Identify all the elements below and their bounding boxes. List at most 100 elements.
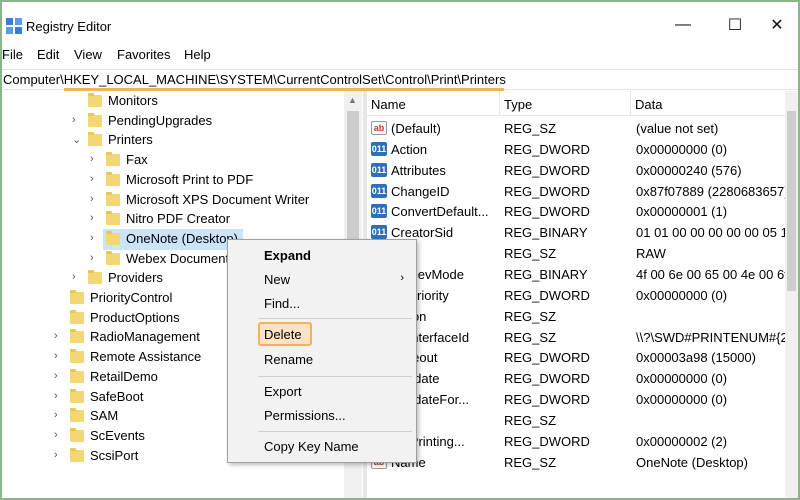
folder-icon <box>70 329 84 344</box>
header-divider <box>367 115 798 116</box>
menu-separator <box>258 376 412 377</box>
value-row[interactable]: 011ernPrinting...REG_DWORD0x00000002 (2) <box>367 431 798 452</box>
value-row[interactable]: ab (Default) REG_SZ (value not set) <box>367 118 798 139</box>
value-row[interactable]: 011 CreatorSid REG_BINARY 01 01 00 00 00 00… <box>367 222 798 243</box>
collapsed-chevron-icon[interactable]: › <box>54 350 64 362</box>
context-permissions[interactable]: Permissions... <box>264 408 346 423</box>
tree-key[interactable]: › Microsoft Print to PDF <box>2 171 342 191</box>
context-copy-key-name[interactable]: Copy Key Name <box>264 439 359 454</box>
tree-key-label: PendingUpgrades <box>108 112 213 128</box>
address-path[interactable]: Computer\HKEY_LOCAL_MACHINE\SYSTEM\Curre… <box>3 72 506 87</box>
value-data: OneNote (Desktop) <box>636 454 748 470</box>
tree-key[interactable]: › Microsoft XPS Document Writer <box>2 191 342 211</box>
value-row[interactable]: 011 Attributes REG_DWORD 0x00000240 (576) <box>367 160 798 181</box>
collapsed-chevron-icon[interactable]: › <box>90 153 100 165</box>
value-data: 0x87f07889 (2280683657) <box>636 183 789 199</box>
value-type: REG_SZ <box>504 308 557 324</box>
value-type: REG_DWORD <box>504 204 590 220</box>
value-row[interactable]: abitionREG_SZ <box>367 410 798 431</box>
collapsed-chevron-icon[interactable]: › <box>54 449 64 461</box>
tree-key[interactable]: › Fax <box>2 151 342 171</box>
menu-separator <box>258 431 412 432</box>
folder-icon <box>70 290 84 304</box>
value-data: 0x00000000 (0) <box>636 392 728 408</box>
string-value-icon: ab <box>371 121 387 135</box>
value-type: REG_BINARY <box>504 225 588 241</box>
value-name: CreatorSid <box>391 225 454 241</box>
value-row[interactable]: abiceInterfaceIdREG_SZ\\?\SWD#PRINTENUM#… <box>367 327 798 348</box>
collapsed-chevron-icon[interactable]: › <box>90 232 100 244</box>
collapsed-chevron-icon[interactable]: › <box>72 114 82 126</box>
value-row[interactable]: abriptionREG_SZ <box>367 306 798 327</box>
window-title: Registry Editor <box>26 19 112 34</box>
value-type: REG_DWORD <box>504 162 590 178</box>
value-row[interactable]: 011yUpdateREG_DWORD0x00000000 (0) <box>367 368 798 389</box>
collapsed-chevron-icon[interactable]: › <box>90 193 100 205</box>
collapsed-chevron-icon[interactable]: › <box>90 173 100 185</box>
collapsed-chevron-icon[interactable]: › <box>54 370 64 382</box>
context-find[interactable]: Find... <box>264 296 300 311</box>
scroll-up-arrow-icon[interactable]: ▲ <box>348 95 357 105</box>
value-row[interactable]: 011TimeoutREG_DWORD0x00003a98 (15000) <box>367 347 798 368</box>
collapsed-chevron-icon[interactable]: › <box>54 429 64 441</box>
collapsed-chevron-icon[interactable]: › <box>54 409 64 421</box>
close-button[interactable]: ✕ <box>754 10 800 40</box>
value-type: REG_DWORD <box>504 433 590 449</box>
value-data: 0x00003a98 (15000) <box>636 350 756 366</box>
value-row[interactable]: 011 Action REG_DWORD 0x00000000 (0) <box>367 139 798 160</box>
collapsed-chevron-icon[interactable]: › <box>90 212 100 224</box>
menu-favorites[interactable]: Favorites <box>117 47 170 62</box>
value-row[interactable]: abtypeREG_SZRAW <box>367 243 798 264</box>
collapsed-chevron-icon[interactable]: › <box>54 390 64 402</box>
tree-key-label: Remote Assistance <box>90 349 202 365</box>
context-rename[interactable]: Rename <box>264 352 313 367</box>
value-row[interactable]: 011ult PriorityREG_DWORD0x00000000 (0) <box>367 285 798 306</box>
value-data: (value not set) <box>636 121 719 136</box>
collapsed-chevron-icon[interactable]: › <box>90 252 100 264</box>
value-data: \\?\SWD#PRINTENUM#{2E <box>636 329 797 345</box>
value-row[interactable]: 011 ChangeID REG_DWORD 0x87f07889 (22806836… <box>367 181 798 202</box>
tree-key[interactable]: › Nitro PDF Creator <box>2 210 342 230</box>
folder-icon <box>88 112 102 127</box>
column-header-data[interactable]: Data <box>631 91 798 115</box>
column-header-type[interactable]: Type <box>500 91 631 115</box>
minimize-button[interactable]: — <box>660 10 706 40</box>
value-row[interactable]: 011ult DevModeREG_BINARY4f 00 6e 00 65 0… <box>367 264 798 285</box>
folder-icon <box>70 309 84 324</box>
menu-view[interactable]: View <box>74 47 102 62</box>
values-scroll-thumb[interactable] <box>787 111 796 291</box>
menu-file[interactable]: File <box>2 47 23 62</box>
folder-icon <box>70 388 84 403</box>
collapsed-chevron-icon[interactable]: › <box>72 271 82 283</box>
value-data: 0x00000000 (0) <box>636 371 728 387</box>
value-name: ConvertDefault... <box>391 204 489 220</box>
value-name: Attributes <box>391 162 446 178</box>
value-row[interactable]: 011 ConvertDefault... REG_DWORD 0x00000001 … <box>367 201 798 222</box>
context-delete[interactable]: Delete <box>264 327 302 342</box>
context-new[interactable]: New <box>264 272 290 287</box>
column-header-name[interactable]: Name <box>367 91 500 115</box>
address-bar[interactable]: Computer\HKEY_LOCAL_MACHINE\SYSTEM\Curre… <box>2 69 798 91</box>
tree-key[interactable]: › PendingUpgrades <box>2 112 342 132</box>
collapsed-chevron-icon[interactable]: › <box>54 330 64 342</box>
tree-key-label: SAM <box>90 408 119 424</box>
folder-icon <box>106 211 120 226</box>
tree-key-label: Providers <box>108 270 163 286</box>
binary-value-icon: 011 <box>371 225 387 240</box>
menu-edit[interactable]: Edit <box>37 47 59 62</box>
expanded-chevron-icon[interactable]: ⌄ <box>72 133 82 146</box>
title-bar: Registry Editor — ☐ ✕ <box>2 2 798 42</box>
folder-icon <box>106 230 120 245</box>
tree-key[interactable]: Monitors <box>2 92 342 112</box>
value-row[interactable]: abNameREG_SZOneNote (Desktop) <box>367 452 798 473</box>
value-name: (Default) <box>391 121 441 136</box>
context-export[interactable]: Export <box>264 384 302 399</box>
menu-help[interactable]: Help <box>184 47 211 62</box>
value-row[interactable]: 011yUpdateFor...REG_DWORD0x00000000 (0) <box>367 389 798 410</box>
context-expand[interactable]: Expand <box>264 248 311 263</box>
tree-key[interactable]: ⌄ Printers <box>2 131 342 151</box>
value-type: REG_DWORD <box>504 371 590 387</box>
values-scrollbar[interactable] <box>785 91 798 498</box>
tree-key-label: Webex Document <box>126 250 230 266</box>
maximize-button[interactable]: ☐ <box>712 10 758 40</box>
